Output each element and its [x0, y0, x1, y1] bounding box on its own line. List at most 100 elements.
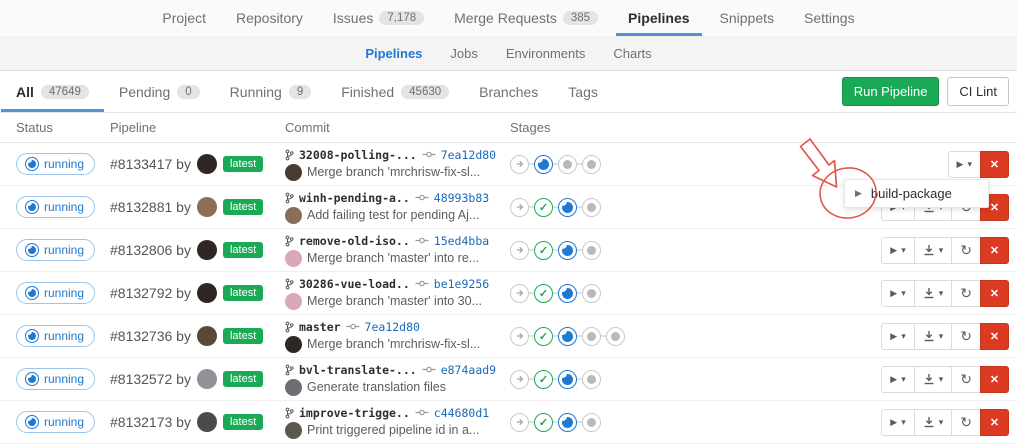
retry-button[interactable]: ↻: [951, 237, 981, 264]
status-badge-running[interactable]: running: [16, 196, 95, 218]
commit-author-avatar[interactable]: [285, 422, 302, 439]
run-pipeline-button[interactable]: Run Pipeline: [842, 77, 940, 106]
nav-item-repository[interactable]: Repository: [224, 0, 315, 36]
commit-sha-link[interactable]: be1e9256: [434, 277, 489, 291]
stage-created-icon[interactable]: [582, 284, 601, 303]
subnav-item-charts[interactable]: Charts: [613, 46, 651, 61]
ci-lint-button[interactable]: CI Lint: [947, 77, 1009, 106]
stage-created-icon[interactable]: [606, 327, 625, 346]
stage-running-icon[interactable]: [534, 155, 553, 174]
nav-item-settings[interactable]: Settings: [792, 0, 867, 36]
stage-skipped-icon[interactable]: [510, 284, 529, 303]
stage-skipped-icon[interactable]: [510, 370, 529, 389]
play-dropdown-button[interactable]: ▶▾: [881, 237, 914, 264]
cancel-button[interactable]: ✕: [980, 366, 1009, 393]
commit-message-link[interactable]: Merge branch 'master' into 30...: [307, 294, 482, 308]
nav-item-pipelines[interactable]: Pipelines: [616, 0, 701, 36]
triggerer-avatar[interactable]: [197, 326, 217, 346]
subnav-item-jobs[interactable]: Jobs: [450, 46, 477, 61]
pipeline-link[interactable]: #8132736 by: [110, 328, 191, 344]
commit-author-avatar[interactable]: [285, 379, 302, 396]
stage-created-icon[interactable]: [582, 413, 601, 432]
pipeline-link[interactable]: #8132881 by: [110, 199, 191, 215]
stage-created-icon[interactable]: [582, 241, 601, 260]
play-dropdown-button[interactable]: ▶▾: [881, 323, 914, 350]
triggerer-avatar[interactable]: [197, 154, 217, 174]
triggerer-avatar[interactable]: [197, 283, 217, 303]
nav-item-project[interactable]: Project: [150, 0, 218, 36]
commit-message-link[interactable]: Merge branch 'mrchrisw-fix-sl...: [307, 337, 480, 351]
nav-item-issues[interactable]: Issues7,178: [321, 0, 436, 36]
commit-sha-link[interactable]: e874aad9: [441, 363, 496, 377]
tab-finished[interactable]: Finished45630: [326, 71, 464, 112]
nav-item-merge-requests[interactable]: Merge Requests385: [442, 0, 610, 36]
play-dropdown-button[interactable]: ▶▾: [881, 280, 914, 307]
artifacts-dropdown-button[interactable]: ▾: [914, 237, 953, 264]
status-badge-running[interactable]: running: [16, 239, 95, 261]
commit-message-link[interactable]: Print triggered pipeline id in a...: [307, 423, 479, 437]
retry-button[interactable]: ↻: [951, 280, 981, 307]
stage-success-icon[interactable]: ✓: [534, 413, 553, 432]
commit-sha-link[interactable]: c44680d1: [434, 406, 489, 420]
triggerer-avatar[interactable]: [197, 240, 217, 260]
stage-success-icon[interactable]: ✓: [534, 370, 553, 389]
stage-running-icon[interactable]: [558, 241, 577, 260]
stage-created-icon[interactable]: [582, 327, 601, 346]
retry-button[interactable]: ↻: [951, 409, 981, 436]
branch-link[interactable]: 30286-vue-load..: [299, 277, 410, 291]
status-badge-running[interactable]: running: [16, 368, 95, 390]
stage-skipped-icon[interactable]: [510, 155, 529, 174]
commit-message-link[interactable]: Generate translation files: [307, 380, 446, 394]
commit-sha-link[interactable]: 15ed4bba: [434, 234, 489, 248]
stage-success-icon[interactable]: ✓: [534, 241, 553, 260]
commit-author-avatar[interactable]: [285, 336, 302, 353]
cancel-button[interactable]: ✕: [980, 409, 1009, 436]
artifacts-dropdown-button[interactable]: ▾: [914, 409, 953, 436]
artifacts-dropdown-button[interactable]: ▾: [914, 366, 953, 393]
commit-author-avatar[interactable]: [285, 164, 302, 181]
status-badge-running[interactable]: running: [16, 411, 95, 433]
stage-success-icon[interactable]: ✓: [534, 198, 553, 217]
stage-running-icon[interactable]: [558, 284, 577, 303]
triggerer-avatar[interactable]: [197, 197, 217, 217]
stage-skipped-icon[interactable]: [510, 413, 529, 432]
tab-branches[interactable]: Branches: [464, 71, 553, 112]
commit-message-link[interactable]: Add failing test for pending Aj...: [307, 208, 479, 222]
subnav-item-pipelines[interactable]: Pipelines: [365, 46, 422, 61]
commit-author-avatar[interactable]: [285, 293, 302, 310]
play-dropdown-button[interactable]: ▶▾: [881, 366, 914, 393]
triggerer-avatar[interactable]: [197, 369, 217, 389]
commit-message-link[interactable]: Merge branch 'master' into re...: [307, 251, 479, 265]
tab-tags[interactable]: Tags: [553, 71, 613, 112]
stage-created-icon[interactable]: [582, 370, 601, 389]
status-badge-running[interactable]: running: [16, 153, 95, 175]
commit-author-avatar[interactable]: [285, 207, 302, 224]
branch-link[interactable]: master: [299, 320, 341, 334]
branch-link[interactable]: improve-trigge..: [299, 406, 410, 420]
cancel-button[interactable]: ✕: [980, 151, 1009, 178]
play-dropdown-button[interactable]: ▶▾: [881, 409, 914, 436]
retry-button[interactable]: ↻: [951, 323, 981, 350]
stage-skipped-icon[interactable]: [510, 327, 529, 346]
tab-pending[interactable]: Pending0: [104, 71, 215, 112]
commit-message-link[interactable]: Merge branch 'mrchrisw-fix-sl...: [307, 165, 480, 179]
pipeline-link[interactable]: #8132806 by: [110, 242, 191, 258]
pipeline-link[interactable]: #8132173 by: [110, 414, 191, 430]
cancel-button[interactable]: ✕: [980, 323, 1009, 350]
tab-running[interactable]: Running9: [215, 71, 327, 112]
triggerer-avatar[interactable]: [197, 412, 217, 432]
stage-success-icon[interactable]: ✓: [534, 327, 553, 346]
branch-link[interactable]: 32008-polling-...: [299, 148, 417, 162]
stage-created-icon[interactable]: [558, 155, 577, 174]
stage-created-icon[interactable]: [582, 198, 601, 217]
stage-running-icon[interactable]: [558, 198, 577, 217]
status-badge-running[interactable]: running: [16, 325, 95, 347]
commit-sha-link[interactable]: 48993b83: [434, 191, 489, 205]
stage-running-icon[interactable]: [558, 413, 577, 432]
stage-running-icon[interactable]: [558, 327, 577, 346]
tab-all[interactable]: All47649: [1, 71, 104, 112]
stage-success-icon[interactable]: ✓: [534, 284, 553, 303]
stage-skipped-icon[interactable]: [510, 241, 529, 260]
dropdown-item-build-package[interactable]: ▶ build-package: [845, 180, 988, 207]
play-dropdown-button[interactable]: ▶▾: [948, 151, 981, 178]
